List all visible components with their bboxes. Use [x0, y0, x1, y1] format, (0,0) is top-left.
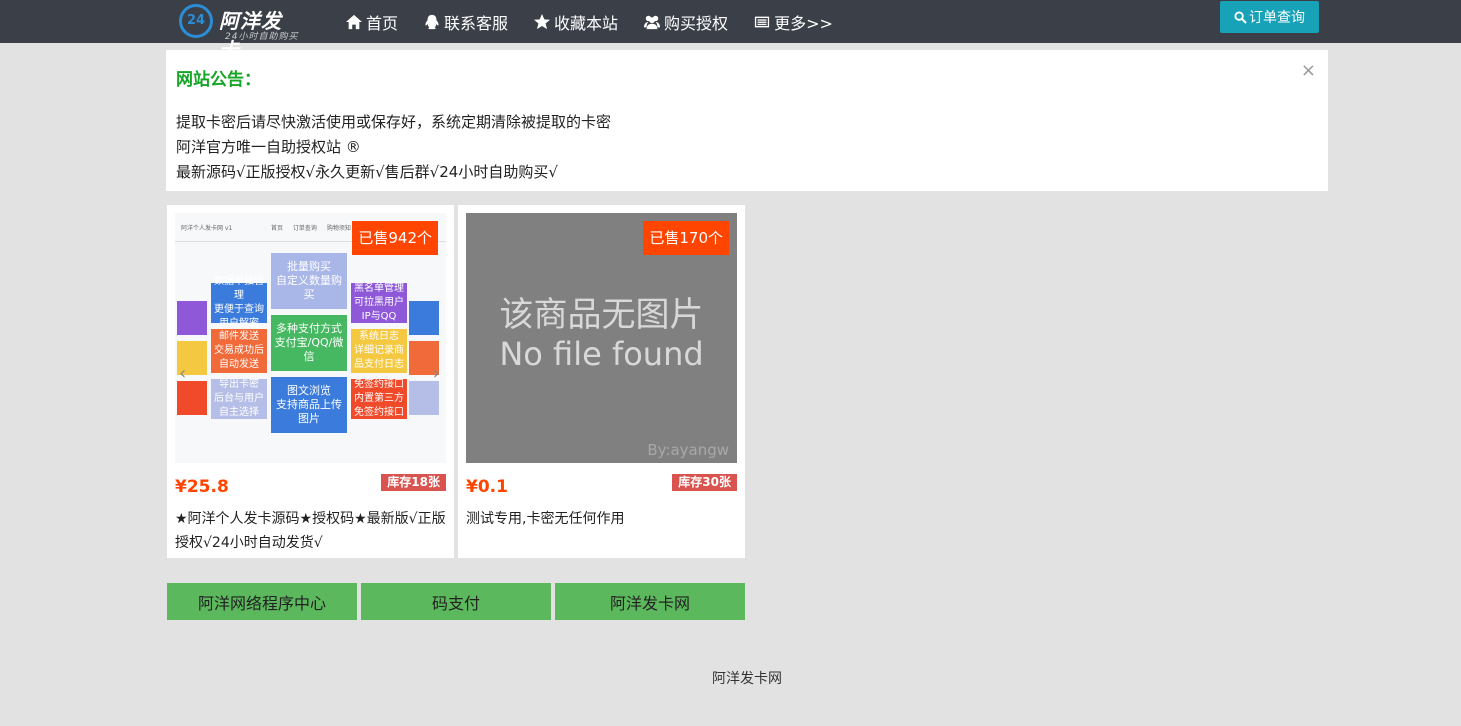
users-icon: [642, 13, 662, 31]
nav-buy-license-label: 购买授权: [664, 13, 729, 33]
no-image-text-cn: 该商品无图片: [499, 295, 704, 335]
top-navbar: 24 阿洋发卡 24小时自助购买 首页 联系客服 收藏本站 购买授权: [0, 0, 1461, 62]
product-price: ¥25.8: [175, 477, 229, 497]
nav-contact-support[interactable]: 联系客服: [422, 0, 508, 43]
preview-side-panel: [409, 381, 439, 415]
nav-bookmark-label: 收藏本站: [554, 13, 619, 33]
preview-feature-panel: 数据单独管理 更便于查询 用户解密: [211, 276, 267, 329]
logo-24h-icon: 24: [179, 4, 213, 38]
product-image[interactable]: 该商品无图片 No file found By:ayangw 已售170个: [466, 213, 737, 463]
order-query-label: 订单查询: [1249, 10, 1305, 26]
sold-count-badge: 已售942个: [352, 221, 438, 255]
preview-site-name: 阿洋个人发卡网 v1: [181, 225, 233, 232]
preview-feature-panel: 黑名单管理 可拉黑用户IP与QQ: [351, 283, 407, 323]
no-image-watermark: By:ayangw: [647, 441, 729, 459]
preview-side-panel: [177, 381, 207, 415]
friend-link-program-center[interactable]: 阿洋网络程序中心: [167, 583, 357, 620]
preview-feature-panel: 免签约接口 内置第三方免签约接口: [351, 379, 407, 419]
friend-link-card-site[interactable]: 阿洋发卡网: [555, 583, 745, 620]
preview-feature-panel: 邮件发送 交易成功后自动发送: [211, 329, 267, 373]
preview-side-panel: [177, 301, 207, 335]
nav-bookmark[interactable]: 收藏本站: [532, 0, 618, 43]
announcement-title: 网站公告：: [176, 70, 261, 90]
announcement-line-1: 提取卡密后请尽快激活使用或保存好，系统定期清除被提取的卡密: [176, 113, 612, 131]
carousel-prev-icon[interactable]: ‹: [179, 363, 186, 384]
main-nav: 首页 联系客服 收藏本站 购买授权 更多>>: [344, 0, 857, 43]
stock-badge: 库存30张: [672, 474, 737, 491]
stock-badge: 库存18张: [381, 474, 446, 491]
product-card[interactable]: 阿洋个人发卡网 v1 首页 订单查询 购物须知 联系客服 数据单独管理 更便于查询…: [167, 205, 454, 558]
preview-feature-panel: 导出卡密 后台与用户自主选择: [211, 379, 267, 419]
footer-text: 阿洋发卡网: [712, 671, 782, 687]
preview-feature-panel: 图文浏览 支持商品上传图片: [271, 377, 347, 433]
star-icon: [532, 13, 552, 31]
preview-side-panel: [409, 301, 439, 335]
nav-more-label: 更多>>: [774, 13, 833, 33]
product-name[interactable]: 测试专用,卡密无任何作用: [466, 507, 741, 531]
nav-more[interactable]: 更多>>: [752, 0, 833, 43]
home-icon: [344, 13, 364, 31]
announcement-panel: 网站公告： × 提取卡密后请尽快激活使用或保存好，系统定期清除被提取的卡密 阿洋…: [166, 50, 1328, 191]
no-image-text-en: No file found: [499, 335, 704, 373]
close-icon[interactable]: ×: [1301, 60, 1316, 81]
announcement-line-3: 最新源码√正版授权√永久更新√售后群√24小时自助购买√: [176, 163, 558, 181]
preview-feature-panel: 多种支付方式 支付宝/QQ/微信: [271, 315, 347, 371]
order-query-button[interactable]: 订单查询: [1220, 1, 1319, 33]
product-card[interactable]: 该商品无图片 No file found By:ayangw 已售170个 ¥0…: [458, 205, 745, 558]
product-image[interactable]: 阿洋个人发卡网 v1 首页 订单查询 购物须知 联系客服 数据单独管理 更便于查询…: [175, 213, 446, 463]
nav-buy-license[interactable]: 购买授权: [642, 0, 728, 43]
carousel-next-icon[interactable]: ›: [433, 363, 440, 384]
friend-link-code-pay[interactable]: 码支付: [361, 583, 551, 620]
nav-home[interactable]: 首页: [344, 0, 398, 43]
site-logo[interactable]: 24 阿洋发卡 24小时自助购买: [177, 2, 302, 62]
nav-home-label: 首页: [366, 13, 399, 33]
preview-feature-panel: 系统日志 详细记录商品支付日志: [351, 329, 407, 373]
search-icon: [1234, 10, 1247, 24]
qq-penguin-icon: [422, 13, 442, 31]
logo-subtitle: 24小时自助购买: [225, 32, 299, 42]
list-icon: [752, 13, 772, 31]
announcement-line-2: 阿洋官方唯一自助授权站 ®: [176, 138, 361, 156]
sold-count-badge: 已售170个: [643, 221, 729, 255]
nav-contact-label: 联系客服: [444, 13, 509, 33]
preview-feature-panel: 批量购买 自定义数量购买: [271, 253, 347, 309]
product-name[interactable]: ★阿洋个人发卡源码★授权码★最新版√正版授权√24小时自动发货√: [175, 507, 450, 555]
product-price: ¥0.1: [466, 477, 508, 497]
